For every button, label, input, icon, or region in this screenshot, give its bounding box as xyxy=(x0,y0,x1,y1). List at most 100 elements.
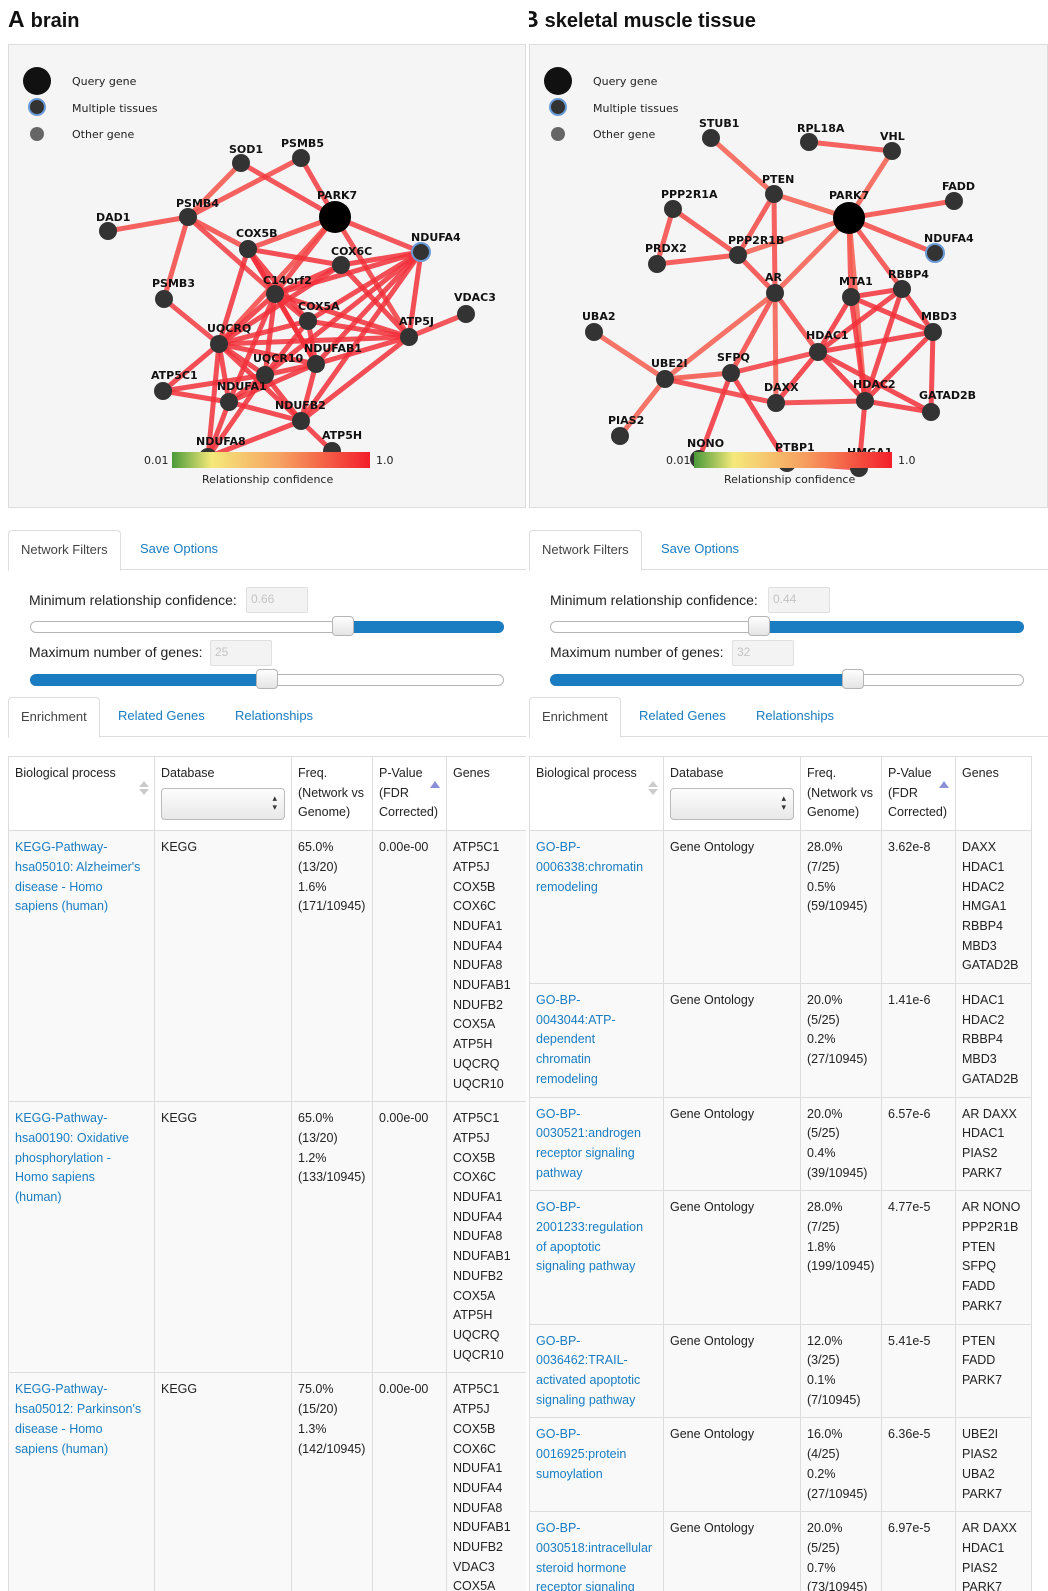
node-label: NDUFAB1 xyxy=(304,342,362,355)
header-frequency[interactable]: Freq. (Network vs Genome) xyxy=(291,755,373,832)
process-link[interactable]: GO-BP- 2001233:regulation of apoptotic s… xyxy=(529,1190,664,1325)
header-genes[interactable]: Genes xyxy=(955,755,1032,832)
process-link[interactable]: GO-BP- 0016925:protein sumoylation xyxy=(529,1417,664,1513)
process-link[interactable]: KEGG-Pathway- hsa05012: Parkinson's dise… xyxy=(8,1372,155,1591)
process-link[interactable]: KEGG-Pathway- hsa05010: Alzheimer's dise… xyxy=(8,830,155,1103)
header-biological-process[interactable]: Biological process xyxy=(8,755,155,832)
node-label: SFPQ xyxy=(717,351,750,364)
node-sod1: SOD1 xyxy=(229,143,263,172)
max-genes-input[interactable]: 32 xyxy=(732,640,794,666)
slider-handle[interactable] xyxy=(331,616,354,636)
tab-relationships[interactable]: Relationships xyxy=(223,697,325,737)
min-confidence-input[interactable]: 0.44 xyxy=(768,587,830,613)
gene-node-circle xyxy=(842,288,860,306)
tab-related-genes[interactable]: Related Genes xyxy=(106,697,217,737)
header-database[interactable]: Database xyxy=(154,755,292,832)
node-mta1: MTA1 xyxy=(839,275,873,306)
legend-other-label: Other gene xyxy=(72,128,134,141)
header-p-value[interactable]: P-Value (FDR Corrected) xyxy=(881,755,956,832)
min-confidence-slider[interactable] xyxy=(550,616,1024,636)
max-genes-label: Maximum number of genes: xyxy=(29,644,203,660)
gene-node-circle xyxy=(765,185,783,203)
node-label: UBE2I xyxy=(651,357,688,370)
genes-cell: AR NONO PPP2R1B PTEN SFPQ FADD PARK7 xyxy=(955,1190,1032,1325)
tab-save-options[interactable]: Save Options xyxy=(128,530,230,570)
slider-handle[interactable] xyxy=(256,669,278,689)
table-row: GO-BP- 0030521:androgen receptor signali… xyxy=(529,1096,1032,1192)
tab-network-filters[interactable]: Network Filters xyxy=(529,530,642,571)
node-label: UQCRQ xyxy=(207,322,251,335)
database-cell: Gene Ontology xyxy=(663,983,801,1098)
network-graph[interactable]: SOD1 PSMB5 PARK7 DAD1 PSMB4 COX5B COX6C NDUFA4 P… xyxy=(9,45,526,509)
database-cell: Gene Ontology xyxy=(663,1417,801,1513)
multi-tissue-node-circle xyxy=(411,242,431,262)
gene-node-circle xyxy=(585,323,603,341)
gene-node-circle xyxy=(883,142,901,160)
process-link[interactable]: GO-BP- 0036462:TRAIL- activated apoptoti… xyxy=(529,1323,664,1419)
network-view[interactable]: SOD1 PSMB5 PARK7 DAD1 PSMB4 COX5B COX6C NDUFA4 P… xyxy=(8,44,526,508)
process-link[interactable]: GO-BP- 0030518:intracellular steroid hor… xyxy=(529,1511,664,1591)
legend-multi-swatch xyxy=(28,98,46,116)
node-pias2: PIAS2 xyxy=(608,414,644,445)
header-p-value[interactable]: P-Value (FDR Corrected) xyxy=(372,755,447,832)
node-park7: PARK7 xyxy=(317,189,357,233)
slider-handle[interactable] xyxy=(842,669,865,689)
max-genes-input[interactable]: 25 xyxy=(210,640,272,666)
min-confidence-input[interactable]: 0.66 xyxy=(246,587,308,613)
database-cell: Gene Ontology xyxy=(663,1190,801,1325)
node-label: DAD1 xyxy=(96,211,130,224)
header-label: Genes xyxy=(962,766,999,780)
gene-node-circle xyxy=(856,392,874,410)
tab-relationships[interactable]: Relationships xyxy=(744,697,846,737)
node-label: DAXX xyxy=(764,381,799,394)
min-confidence-slider[interactable] xyxy=(30,616,504,636)
tab-save-options[interactable]: Save Options xyxy=(649,530,751,570)
node-label: ATP5C1 xyxy=(151,369,198,382)
network-view[interactable]: STUB1 RPL18A VHL FADD PTEN PARK7 PPP2R1A NDUFA4… xyxy=(529,44,1048,508)
enrichment-table: Biological process Database Freq. (Network… xyxy=(529,755,1032,1591)
process-link[interactable]: GO-BP- 0030521:androgen receptor signali… xyxy=(529,1096,664,1192)
sort-icon[interactable] xyxy=(648,781,658,795)
database-filter-select[interactable] xyxy=(670,787,794,820)
tab-network-filters[interactable]: Network Filters xyxy=(8,530,121,571)
gene-node-circle xyxy=(299,312,317,330)
node-layer: STUB1 RPL18A VHL FADD PTEN PARK7 PPP2R1A NDUFA4… xyxy=(582,117,976,477)
process-link[interactable]: GO-BP- 0043044:ATP- dependent chromatin … xyxy=(529,983,664,1098)
tab-enrichment[interactable]: Enrichment xyxy=(529,697,621,738)
gene-node-circle xyxy=(99,222,117,240)
node-label: HDAC1 xyxy=(806,329,849,342)
tab-related-genes[interactable]: Related Genes xyxy=(627,697,738,737)
node-sfpq: SFPQ xyxy=(717,351,750,382)
gene-node-circle xyxy=(893,280,911,298)
max-genes-slider[interactable] xyxy=(550,669,1024,689)
header-biological-process[interactable]: Biological process xyxy=(529,755,664,832)
slider-range xyxy=(758,621,1024,633)
legend-multi-label: Multiple tissues xyxy=(72,102,158,115)
sort-ascending-icon[interactable] xyxy=(939,781,949,788)
node-label: NDUFB2 xyxy=(275,399,326,412)
process-link[interactable]: KEGG-Pathway- hsa00190: Oxidative phosph… xyxy=(8,1101,155,1374)
node-label: UBA2 xyxy=(582,310,615,323)
slider-handle[interactable] xyxy=(747,616,770,636)
header-genes[interactable]: Genes xyxy=(446,755,526,832)
sort-ascending-icon[interactable] xyxy=(430,781,440,788)
header-frequency[interactable]: Freq. (Network vs Genome) xyxy=(800,755,882,832)
enrichment-table: Biological process Database Freq. (Network… xyxy=(8,755,526,1591)
p-value-cell: 0.00e-00 xyxy=(372,1101,447,1374)
node-label: NONO xyxy=(687,437,724,450)
node-label: RBBP4 xyxy=(888,268,929,281)
sort-icon[interactable] xyxy=(139,781,149,795)
gene-node-circle xyxy=(924,323,942,341)
p-value-cell: 0.00e-00 xyxy=(372,1372,447,1591)
max-genes-slider[interactable] xyxy=(30,669,504,689)
process-link[interactable]: GO-BP- 0006338:chromatin remodeling xyxy=(529,830,664,985)
tab-enrichment[interactable]: Enrichment xyxy=(8,697,100,738)
node-label: GATAD2B xyxy=(919,389,976,402)
legend-query-swatch xyxy=(544,67,572,95)
gene-node-circle xyxy=(179,208,197,226)
database-filter-select[interactable] xyxy=(161,787,285,820)
edge-AR-HDAC1 xyxy=(772,290,821,355)
gene-node-circle xyxy=(766,284,784,302)
network-graph[interactable]: STUB1 RPL18A VHL FADD PTEN PARK7 PPP2R1A NDUFA4… xyxy=(530,45,1048,509)
header-database[interactable]: Database xyxy=(663,755,801,832)
